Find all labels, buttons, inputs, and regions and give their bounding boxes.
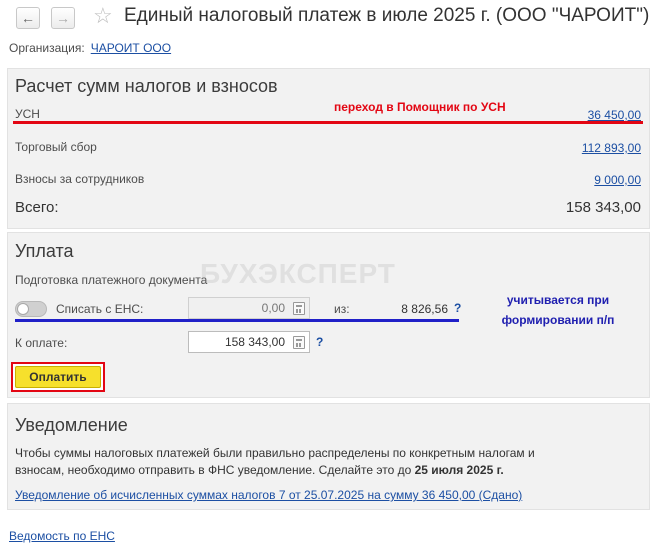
to-pay-label: К оплате: [15,336,68,350]
ens-statement-link[interactable]: Ведомость по ЕНС [9,529,115,543]
ens-help-icon[interactable]: ? [454,301,461,315]
watermark: БУХЭКСПЕРТ [200,258,396,289]
pay-button-highlight: Оплатить [11,362,105,392]
notice-text-line2: взносам, необходимо отправить в ФНС увед… [15,462,535,479]
to-pay-help-icon[interactable]: ? [316,335,323,349]
payment-title: Уплата [15,241,74,261]
organization-label: Организация: [9,41,85,55]
ens-amount-field: 0,00 [188,297,310,319]
toggle-knob [17,303,29,315]
employee-contributions-amount-link[interactable]: 9 000,00 [594,173,641,187]
employee-contributions-label: Взносы за сотрудников [15,172,145,186]
usn-amount-link[interactable]: 36 450,00 [588,108,641,122]
notice-text: Чтобы суммы налоговых платежей были прав… [15,445,535,479]
notice-deadline: 25 июля 2025 г. [414,463,504,477]
ens-toggle-label: Списать с ЕНС: [56,302,144,316]
forward-button[interactable]: → [51,7,75,29]
notice-text-line2-prefix: взносам, необходимо отправить в ФНС увед… [15,463,415,477]
pay-button[interactable]: Оплатить [15,366,101,388]
back-arrow-icon: ← [21,10,35,26]
notice-text-line1: Чтобы суммы налоговых платежей были прав… [15,446,535,460]
calc-title: Расчет сумм налогов и взносов [15,76,278,96]
to-pay-value: 158 343,00 [224,335,285,349]
ens-annotation: учитывается при формировании п/п [478,290,638,330]
calc-panel: Расчет сумм налогов и взносов УСН перехо… [7,68,650,229]
organization-link[interactable]: ЧАРОИТ ООО [91,41,171,55]
payment-subtitle: Подготовка платежного документа [15,273,208,287]
favorite-star-icon[interactable]: ☆ [93,4,113,28]
usn-annotation: переход в Помощник по УСН [334,100,506,114]
total-value: 158 343,00 [565,199,641,216]
usn-label: УСН [15,107,40,121]
ens-balance-value: 8 826,56 [401,302,448,316]
ens-amount-value: 0,00 [261,301,285,315]
ens-annotation-line2: формировании п/п [501,313,615,327]
trade-fee-amount-link[interactable]: 112 893,00 [582,141,641,155]
usn-underline-annotation [13,121,643,124]
calculator-icon[interactable] [293,336,305,349]
notice-link[interactable]: Уведомление об исчисленных суммах налого… [15,488,522,502]
from-label: из: [334,302,350,316]
ens-underline-annotation [15,319,459,322]
ens-toggle[interactable] [15,301,47,317]
page-title: Единый налоговый платеж в июле 2025 г. (… [124,5,650,26]
title-bar: ← → ☆ Единый налоговый платеж в июле 202… [0,0,654,36]
back-button[interactable]: ← [16,7,40,29]
forward-arrow-icon: → [56,10,70,26]
calculator-icon [293,302,305,315]
notice-panel: Уведомление Чтобы суммы налоговых платеж… [7,403,650,510]
ens-annotation-line1: учитывается при [506,293,610,307]
to-pay-field[interactable]: 158 343,00 [188,331,310,353]
trade-fee-label: Торговый сбор [15,140,97,154]
notice-title: Уведомление [15,415,128,435]
total-label: Всего: [15,199,59,216]
organization-row: Организация: ЧАРОИТ ООО [9,41,171,55]
